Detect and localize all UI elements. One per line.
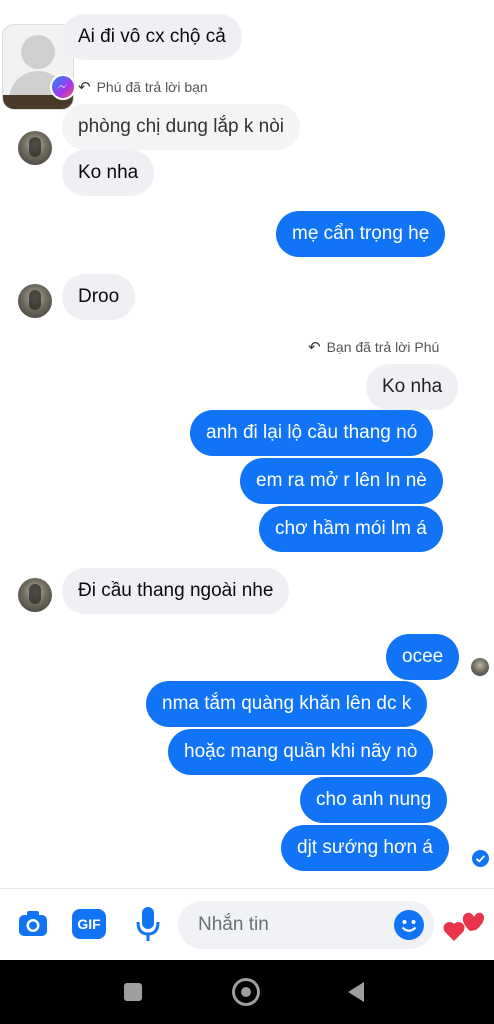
back-triangle-icon[interactable] [346,980,366,1004]
message-incoming[interactable]: Ko nha [62,150,155,196]
quoted-message[interactable]: Ko nha [366,364,459,410]
camera-icon[interactable] [16,907,50,941]
message-incoming[interactable]: Droo [62,274,136,320]
message-outgoing[interactable]: mẹ cẩn trọng hẹ [276,211,446,257]
reply-note: ↶ Phú đã trả lời bạn [78,78,208,96]
heart-icon[interactable] [442,903,486,945]
avatar[interactable] [18,578,52,612]
reply-note: ↶ Bạn đã trả lời Phú [308,338,439,356]
read-receipt-icon [472,850,489,867]
avatar[interactable] [18,284,52,318]
seen-avatar [471,658,489,676]
message-outgoing[interactable]: djt sướng hơn á [281,825,449,871]
quoted-message[interactable]: phòng chị dung lắp k nòi [62,104,300,150]
composer-bar: GIF Nhắn tin [0,888,494,961]
message-outgoing[interactable]: hoặc mang quần khi nãy nò [168,729,434,775]
message-outgoing[interactable]: nma tắm quàng khăn lên dc k [146,681,428,727]
system-navigation-bar [0,960,494,1024]
reply-note-label: Bạn đã trả lời Phú [326,339,440,355]
reply-note-label: Phú đã trả lời bạn [96,79,208,95]
avatar[interactable] [18,131,52,165]
message-outgoing[interactable]: ocee [386,634,460,680]
gif-icon[interactable]: GIF [72,909,106,939]
reply-icon: ↶ [308,339,321,356]
messenger-icon [50,74,76,100]
reply-icon: ↶ [78,79,91,96]
message-input-placeholder: Nhắn tin [198,914,269,935]
message-outgoing[interactable]: anh đi lại lộ cầu thang nó [190,410,434,456]
message-incoming[interactable]: Đi cầu thang ngoài nhe [62,568,290,614]
message-outgoing[interactable]: cho anh nung [300,777,448,823]
message-incoming[interactable]: Ai đi vô cx chộ cả [62,14,242,60]
message-outgoing[interactable]: chơ hầm mói lm á [259,506,443,552]
circle-icon[interactable] [232,978,260,1006]
microphone-icon[interactable] [134,905,162,943]
message-outgoing[interactable]: em ra mở r lên ln nè [240,458,443,504]
message-input[interactable]: Nhắn tin [178,901,434,949]
square-icon[interactable] [124,983,142,1001]
emoji-icon[interactable] [394,910,424,940]
